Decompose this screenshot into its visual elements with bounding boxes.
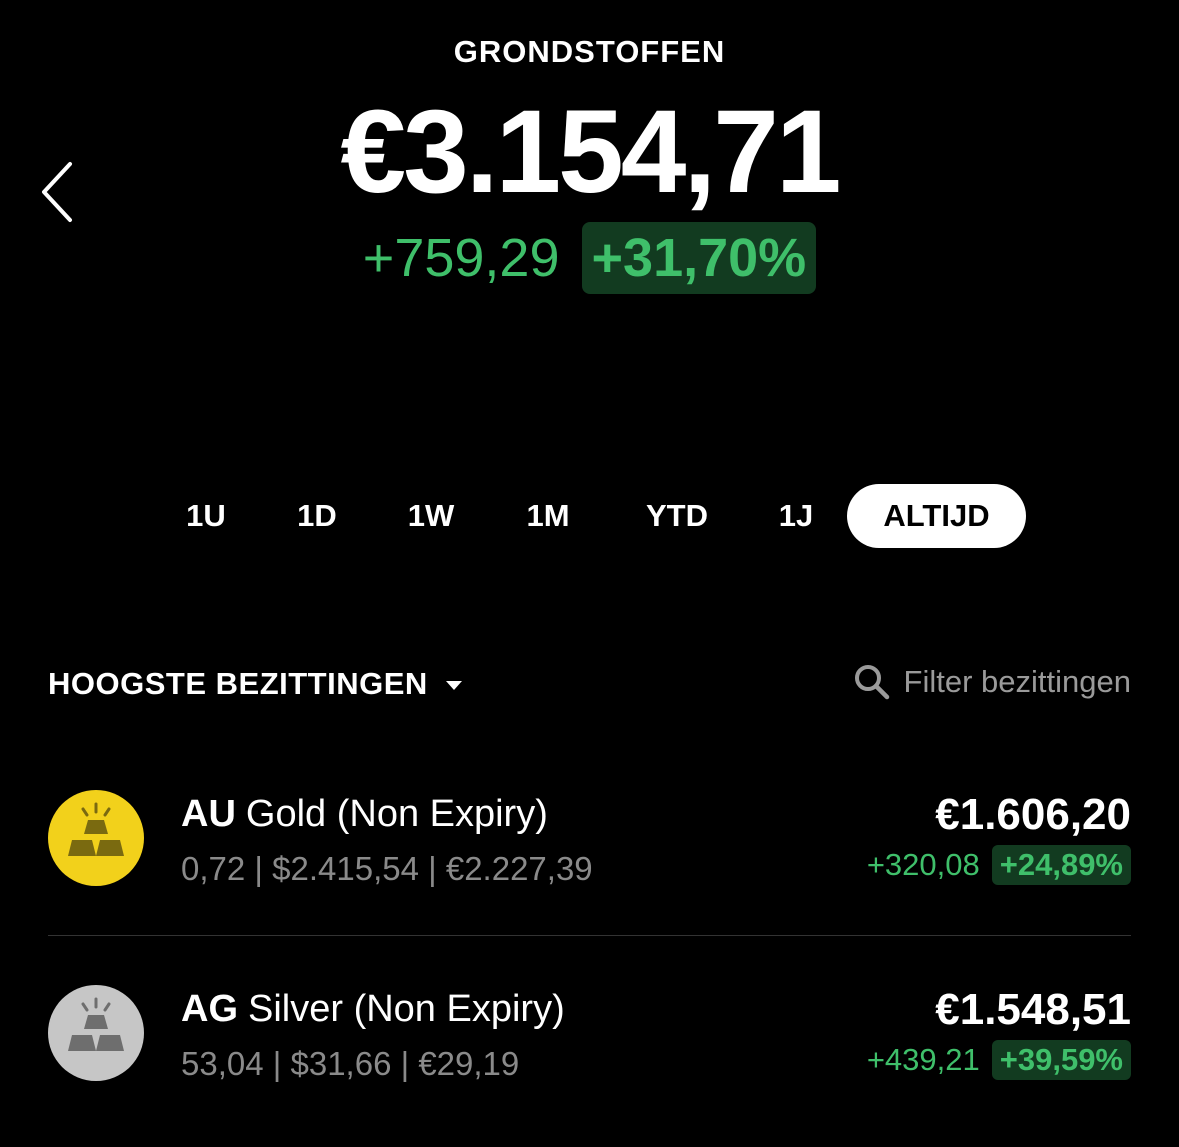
time-range-selector: 1U 1D 1W 1M YTD 1J ALTIJD (0, 484, 1179, 548)
holding-name: Silver (Non Expiry) (248, 988, 565, 1030)
range-ytd[interactable]: YTD (632, 484, 722, 548)
holding-change-percent-badge: +39,59% (991, 1040, 1131, 1080)
filter-placeholder: Filter bezittingen (903, 664, 1131, 699)
divider (48, 935, 1131, 936)
gold-bars-icon (48, 790, 144, 886)
holdings-sort-dropdown[interactable]: HOOGSTE BEZITTINGEN (48, 666, 462, 702)
holding-row-gold[interactable]: AU Gold (Non Expiry) 0,72 | $2.415,54 | €… (48, 790, 1131, 910)
range-1u[interactable]: 1U (176, 484, 236, 548)
holding-details: 53,04 | $31,66 | €29,19 (181, 1045, 520, 1082)
caret-down-icon (445, 681, 462, 690)
holding-symbol: AU (181, 793, 236, 835)
silver-bars-icon (48, 985, 144, 1081)
range-1d[interactable]: 1D (287, 484, 347, 548)
holding-change-percent-badge: +24,89% (991, 845, 1131, 885)
range-1m[interactable]: 1M (515, 484, 581, 548)
search-icon (854, 665, 889, 700)
range-1w[interactable]: 1W (398, 484, 464, 548)
holding-value: €1.548,51 (935, 985, 1131, 1034)
holding-symbol: AG (181, 988, 238, 1030)
holding-details: 0,72 | $2.415,54 | €2.227,39 (181, 850, 593, 887)
total-change: +759,29 +31,70% (0, 222, 1179, 294)
total-change-absolute: +759,29 (362, 228, 560, 288)
portfolio-total-value: €3.154,71 (340, 86, 842, 218)
holding-change-absolute: +320,08 (866, 847, 980, 882)
range-1j[interactable]: 1J (770, 484, 822, 548)
page-title: GRONDSTOFFEN (453, 34, 726, 69)
filter-holdings-input[interactable]: Filter bezittingen (854, 664, 1131, 700)
range-altijd[interactable]: ALTIJD (847, 484, 1026, 548)
holdings-section-title: HOOGSTE BEZITTINGEN (48, 666, 428, 701)
holding-name: Gold (Non Expiry) (245, 793, 548, 835)
total-change-percent-badge: +31,70% (581, 222, 817, 294)
holding-change-absolute: +439,21 (866, 1042, 980, 1077)
holding-row-silver[interactable]: AG Silver (Non Expiry) 53,04 | $31,66 | €… (48, 985, 1131, 1105)
holding-value: €1.606,20 (935, 790, 1131, 839)
